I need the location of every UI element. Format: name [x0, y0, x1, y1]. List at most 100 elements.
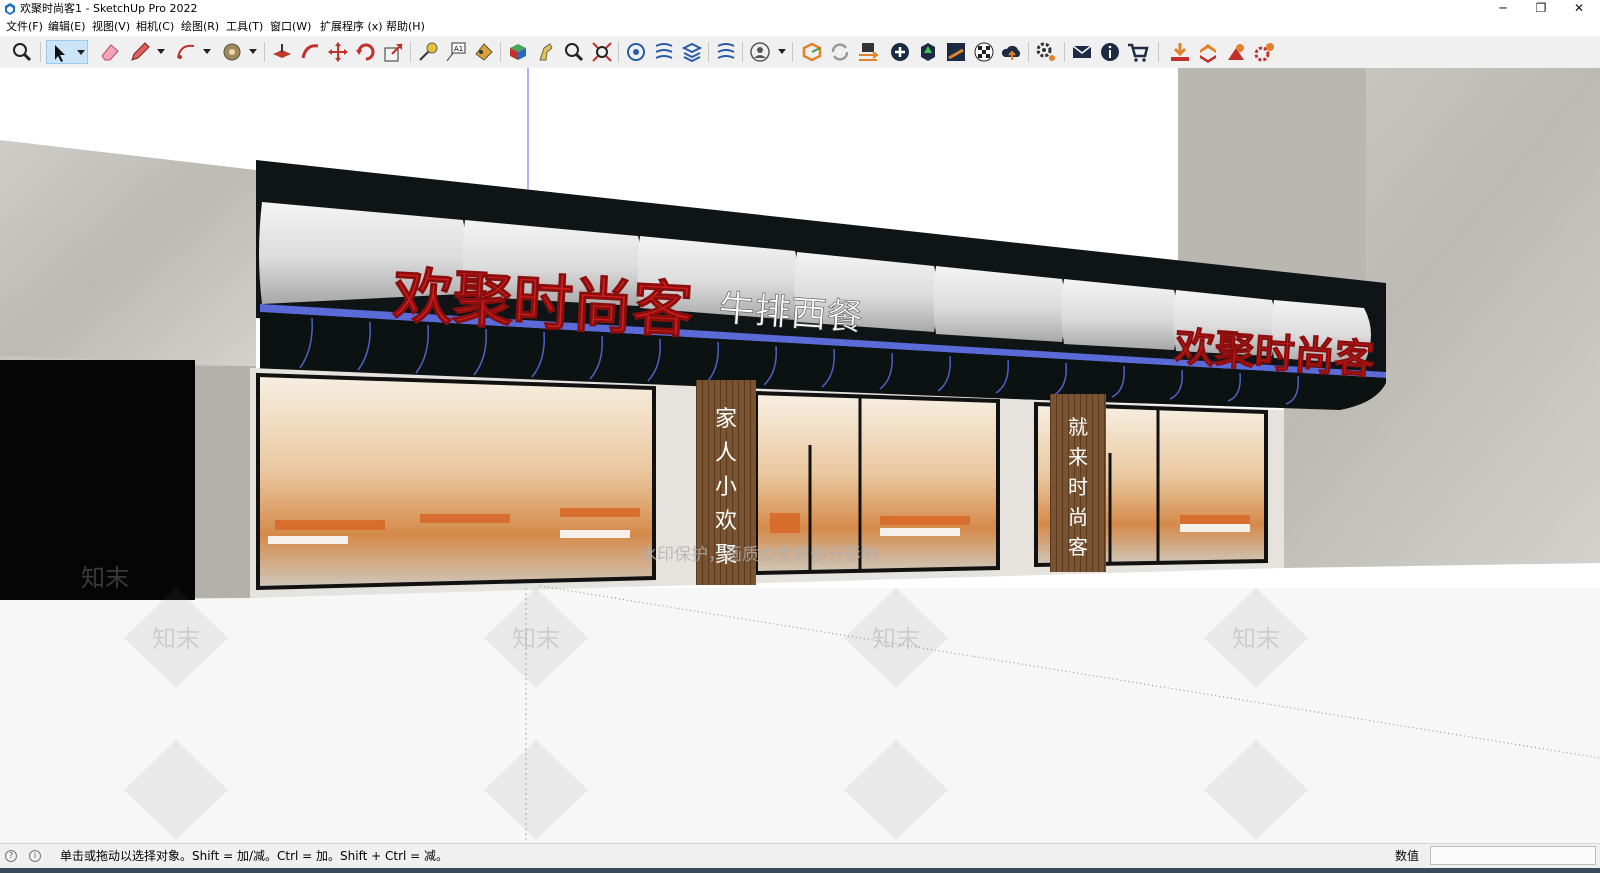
toolbar-separator	[264, 42, 265, 62]
window-left	[256, 372, 656, 591]
info-status-icon[interactable]: i	[29, 850, 41, 862]
measurements-input[interactable]	[1430, 846, 1596, 865]
zoom-window-icon[interactable]	[10, 40, 34, 64]
chevron-down-icon[interactable]	[249, 49, 257, 54]
watermark-label: 知末	[872, 625, 920, 653]
pillar-left-char: 小	[715, 475, 737, 500]
zoom-extents-icon[interactable]	[590, 40, 614, 64]
menu-file[interactable]: 文件(F)	[6, 19, 43, 35]
arc-icon[interactable]	[174, 40, 198, 64]
watermark-label: 知末	[512, 625, 560, 653]
chevron-down-icon[interactable]	[157, 49, 165, 54]
eraser-icon[interactable]	[98, 40, 122, 64]
pillar-left-char: 欢	[715, 509, 737, 534]
pillar-right-char: 客	[1068, 535, 1088, 559]
menu-camera[interactable]: 相机(C)	[136, 19, 174, 35]
mail-icon[interactable]	[1070, 40, 1094, 64]
pencil-line-icon[interactable]	[128, 40, 152, 64]
watermark-notice: 水印保护，画质会受到部分影响	[640, 545, 878, 565]
section-plane-icon[interactable]	[506, 40, 530, 64]
watermark-label: 知末	[152, 625, 200, 653]
refresh-icon[interactable]	[828, 40, 852, 64]
geo-location-icon[interactable]: ?	[5, 850, 17, 862]
pillar-right-char: 就	[1068, 415, 1088, 439]
watermark-label: 知末	[1232, 625, 1280, 653]
pillar-left-slogan: 家 人 小 欢 聚	[715, 407, 737, 568]
cloud-upload-icon[interactable]	[1000, 40, 1024, 64]
chevron-down-icon[interactable]	[77, 50, 85, 55]
cart-icon[interactable]	[1126, 40, 1150, 64]
swap-icon[interactable]	[856, 40, 880, 64]
main-toolbar: A1	[0, 36, 1600, 69]
menu-extensions[interactable]: 扩展程序 (x)	[320, 19, 383, 35]
toolbar-separator	[708, 42, 709, 62]
move-icon[interactable]	[326, 40, 350, 64]
paint-icon[interactable]	[472, 40, 496, 64]
toolbar-separator	[792, 42, 793, 62]
checker-icon[interactable]	[972, 40, 996, 64]
toolbar-separator	[40, 42, 41, 62]
walk-icon[interactable]	[534, 40, 558, 64]
toolbar-separator	[1158, 42, 1159, 62]
layers-icon[interactable]	[944, 40, 968, 64]
minimize-button[interactable]: ─	[1486, 0, 1520, 18]
toolbar-separator	[1028, 42, 1029, 62]
pillar-right-char: 时	[1068, 475, 1088, 499]
restore-button[interactable]: ❐	[1524, 0, 1558, 18]
plugin-b-icon[interactable]	[1252, 40, 1276, 64]
plugin-a-icon[interactable]	[1224, 40, 1248, 64]
extension-1-icon[interactable]	[624, 40, 648, 64]
taskbar-edge	[0, 868, 1600, 873]
chevron-down-icon[interactable]	[778, 49, 786, 54]
account-icon[interactable]	[748, 40, 772, 64]
look-around-icon[interactable]	[562, 40, 586, 64]
model-viewport[interactable]: 家 人 小 欢 聚 就 来 时 尚 客 欢聚时尚客 牛排西餐 欢聚时尚客 知末 …	[0, 68, 1600, 843]
info-icon[interactable]	[1098, 40, 1122, 64]
menu-tools[interactable]: 工具(T)	[226, 19, 263, 35]
add-icon[interactable]	[888, 40, 912, 64]
export-icon[interactable]	[1196, 40, 1220, 64]
status-hint: 单击或拖动以选择对象。Shift = 加/减。Ctrl = 加。Shift + …	[60, 849, 449, 863]
extension-4-icon[interactable]	[714, 40, 738, 64]
toolbar-separator	[1064, 42, 1065, 62]
pillar-left-char: 家	[715, 407, 737, 432]
chevron-down-icon[interactable]	[203, 49, 211, 54]
watermark-label: 知末	[81, 564, 129, 592]
menu-bar: 文件(F) 编辑(E) 视图(V) 相机(C) 绘图(R) 工具(T) 窗口(W…	[0, 18, 1600, 36]
extension-3-icon[interactable]	[680, 40, 704, 64]
warehouse-icon[interactable]	[800, 40, 824, 64]
menu-view[interactable]: 视图(V)	[92, 19, 130, 35]
select-arrow-icon[interactable]	[46, 40, 88, 64]
title-bar: 欢聚时尚客1 - SketchUp Pro 2022 ─ ❐ ✕	[0, 0, 1600, 18]
toolbar-separator	[500, 42, 501, 62]
extension-2-icon[interactable]	[652, 40, 676, 64]
menu-edit[interactable]: 编辑(E)	[48, 19, 86, 35]
tree-icon[interactable]	[916, 40, 940, 64]
follow-me-icon[interactable]	[298, 40, 322, 64]
tape-measure-icon[interactable]	[416, 40, 440, 64]
menu-draw[interactable]: 绘图(R)	[181, 19, 219, 35]
menu-help[interactable]: 帮助(H)	[386, 19, 425, 35]
awning-cylinder	[933, 266, 1066, 342]
toolbar-separator	[742, 42, 743, 62]
awning-cylinder	[1061, 279, 1178, 350]
paint-bucket-icon[interactable]	[220, 40, 244, 64]
push-pull-icon[interactable]	[270, 40, 294, 64]
left-pilaster	[195, 366, 255, 598]
toolbar-separator	[410, 42, 411, 62]
scale-icon[interactable]	[382, 40, 406, 64]
close-button[interactable]: ✕	[1562, 0, 1596, 18]
measurements-label: 数值	[1395, 849, 1420, 863]
pillar-left-char: 人	[715, 441, 737, 466]
import-icon[interactable]	[1168, 40, 1192, 64]
ground-plane	[0, 588, 1600, 843]
left-wall-top	[0, 140, 256, 366]
window-title: 欢聚时尚客1 - SketchUp Pro 2022	[20, 2, 198, 15]
rotate-icon[interactable]	[354, 40, 378, 64]
text-label-icon[interactable]: A1	[444, 40, 468, 64]
menu-window[interactable]: 窗口(W)	[270, 19, 311, 35]
settings-icon[interactable]	[1034, 40, 1058, 64]
toolbar-separator	[618, 42, 619, 62]
sketchup-app-icon	[5, 3, 15, 15]
status-bar: ? i 单击或拖动以选择对象。Shift = 加/减。Ctrl = 加。Shif…	[0, 843, 1600, 869]
